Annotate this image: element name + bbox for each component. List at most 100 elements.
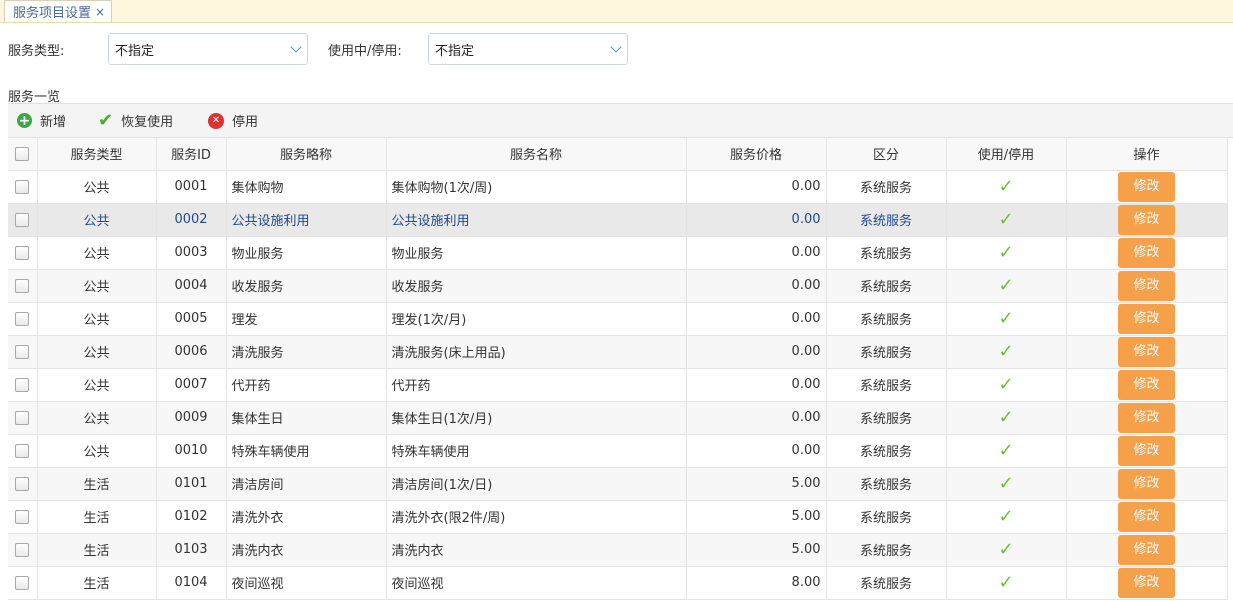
edit-button[interactable]: 修改 (1118, 567, 1175, 598)
column-header[interactable]: 服务略称 (226, 138, 387, 171)
row-checkbox-cell (8, 566, 38, 600)
service-price-cell: 0.00 (686, 236, 827, 270)
edit-button[interactable]: 修改 (1118, 204, 1175, 235)
edit-button[interactable]: 修改 (1118, 501, 1175, 532)
table-row[interactable]: 生活 0101 清洁房间 清洁房间(1次/日) 5.00 系统服务 ✓ 修改 (8, 467, 1228, 501)
add-button-label: 新增 (40, 115, 67, 130)
status-cell: ✓ (946, 401, 1067, 435)
edit-button[interactable]: 修改 (1118, 237, 1175, 268)
service-type-cell: 生活 (37, 566, 157, 600)
status-cell: ✓ (946, 269, 1067, 303)
row-checkbox[interactable] (15, 443, 30, 458)
row-checkbox[interactable] (15, 278, 30, 293)
service-short-name-cell: 公共设施利用 (226, 203, 387, 237)
table-row[interactable]: 公共 0005 理发 理发(1次/月) 0.00 系统服务 ✓ 修改 (8, 302, 1228, 336)
action-cell: 修改 (1066, 302, 1228, 336)
tab-bar: 服务项目设置 × (0, 0, 1233, 23)
table-row[interactable]: 公共 0009 集体生日 集体生日(1次/月) 0.00 系统服务 ✓ 修改 (8, 401, 1228, 435)
service-id-cell: 0005 (156, 302, 227, 336)
service-name-cell: 清洗服务(床上用品) (386, 335, 687, 369)
service-price-cell: 0.00 (686, 203, 827, 237)
table-row[interactable]: 公共 0002 公共设施利用 公共设施利用 0.00 系统服务 ✓ 修改 (8, 203, 1228, 237)
table-row[interactable]: 公共 0006 清洗服务 清洗服务(床上用品) 0.00 系统服务 ✓ 修改 (8, 335, 1228, 369)
edit-button[interactable]: 修改 (1118, 303, 1175, 334)
column-header[interactable]: 操作 (1066, 138, 1228, 171)
column-header[interactable]: 服务ID (156, 138, 227, 171)
service-id-cell: 0010 (156, 434, 227, 468)
edit-button[interactable]: 修改 (1118, 468, 1175, 499)
service-short-name-cell: 物业服务 (226, 236, 387, 270)
service-type-cell: 公共 (37, 302, 157, 336)
row-checkbox-cell (8, 467, 38, 501)
category-cell: 系统服务 (826, 302, 947, 336)
row-checkbox[interactable] (15, 509, 30, 524)
service-price-cell: 0.00 (686, 269, 827, 303)
edit-button[interactable]: 修改 (1118, 402, 1175, 433)
service-name-cell: 特殊车辆使用 (386, 434, 687, 468)
row-checkbox[interactable] (15, 344, 30, 359)
status-filter-select[interactable]: 不指定 (428, 33, 628, 65)
action-cell: 修改 (1066, 236, 1228, 270)
add-button[interactable]: + 新增 (17, 104, 66, 137)
edit-button[interactable]: 修改 (1118, 336, 1175, 367)
close-icon[interactable]: × (95, 5, 105, 19)
table-row[interactable]: 公共 0004 收发服务 收发服务 0.00 系统服务 ✓ 修改 (8, 269, 1228, 303)
table-header-row: 服务类型 服务ID 服务略称 服务名称 服务价格 区分 使用/停用 操作 (8, 138, 1228, 171)
service-id-cell: 0006 (156, 335, 227, 369)
tab-service-settings[interactable]: 服务项目设置 × (4, 0, 113, 22)
row-checkbox-cell (8, 236, 38, 270)
row-checkbox-cell (8, 434, 38, 468)
row-checkbox[interactable] (15, 476, 30, 491)
row-checkbox[interactable] (15, 179, 30, 194)
service-name-cell: 集体生日(1次/月) (386, 401, 687, 435)
row-checkbox[interactable] (15, 245, 30, 260)
row-checkbox[interactable] (15, 311, 30, 326)
edit-button[interactable]: 修改 (1118, 270, 1175, 301)
service-price-cell: 5.00 (686, 500, 827, 534)
service-id-cell: 0007 (156, 368, 227, 402)
check-icon: ✓ (998, 440, 1014, 461)
tab-label: 服务项目设置 (13, 6, 92, 21)
service-type-cell: 生活 (37, 500, 157, 534)
status-cell: ✓ (946, 170, 1067, 204)
service-name-cell: 理发(1次/月) (386, 302, 687, 336)
edit-button[interactable]: 修改 (1118, 369, 1175, 400)
row-checkbox[interactable] (15, 212, 30, 227)
row-checkbox[interactable] (15, 542, 30, 557)
category-cell: 系统服务 (826, 203, 947, 237)
column-header[interactable]: 服务类型 (37, 138, 157, 171)
restore-button[interactable]: ✔ 恢复使用 (98, 104, 173, 137)
row-checkbox[interactable] (15, 575, 30, 590)
service-short-name-cell: 理发 (226, 302, 387, 336)
service-id-cell: 0102 (156, 500, 227, 534)
column-header[interactable]: 服务价格 (686, 138, 827, 171)
table-row[interactable]: 公共 0010 特殊车辆使用 特殊车辆使用 0.00 系统服务 ✓ 修改 (8, 434, 1228, 468)
edit-button[interactable]: 修改 (1118, 534, 1175, 565)
table-row[interactable]: 生活 0104 夜间巡视 夜间巡视 8.00 系统服务 ✓ 修改 (8, 566, 1228, 600)
disable-button[interactable]: ✕ 停用 (208, 104, 258, 137)
edit-button[interactable]: 修改 (1118, 171, 1175, 202)
table-row[interactable]: 公共 0007 代开药 代开药 0.00 系统服务 ✓ 修改 (8, 368, 1228, 402)
category-cell: 系统服务 (826, 401, 947, 435)
service-type-select[interactable]: 不指定 (108, 33, 308, 65)
check-icon: ✓ (998, 572, 1014, 593)
category-cell: 系统服务 (826, 269, 947, 303)
row-checkbox[interactable] (15, 410, 30, 425)
service-short-name-cell: 清洗内衣 (226, 533, 387, 567)
action-cell: 修改 (1066, 467, 1228, 501)
status-cell: ✓ (946, 467, 1067, 501)
action-cell: 修改 (1066, 368, 1228, 402)
column-header[interactable]: 使用/停用 (946, 138, 1067, 171)
service-type-cell: 生活 (37, 533, 157, 567)
column-header[interactable]: 区分 (826, 138, 947, 171)
table-row[interactable]: 生活 0102 清洗外衣 清洗外衣(限2件/周) 5.00 系统服务 ✓ 修改 (8, 500, 1228, 534)
status-cell: ✓ (946, 434, 1067, 468)
column-header[interactable]: 服务名称 (386, 138, 687, 171)
table-row[interactable]: 生活 0103 清洗内衣 清洗内衣 5.00 系统服务 ✓ 修改 (8, 533, 1228, 567)
action-cell: 修改 (1066, 500, 1228, 534)
row-checkbox[interactable] (15, 377, 30, 392)
edit-button[interactable]: 修改 (1118, 435, 1175, 466)
table-row[interactable]: 公共 0003 物业服务 物业服务 0.00 系统服务 ✓ 修改 (8, 236, 1228, 270)
table-row[interactable]: 公共 0001 集体购物 集体购物(1次/周) 0.00 系统服务 ✓ 修改 (8, 170, 1228, 204)
select-all-checkbox[interactable] (15, 146, 30, 161)
